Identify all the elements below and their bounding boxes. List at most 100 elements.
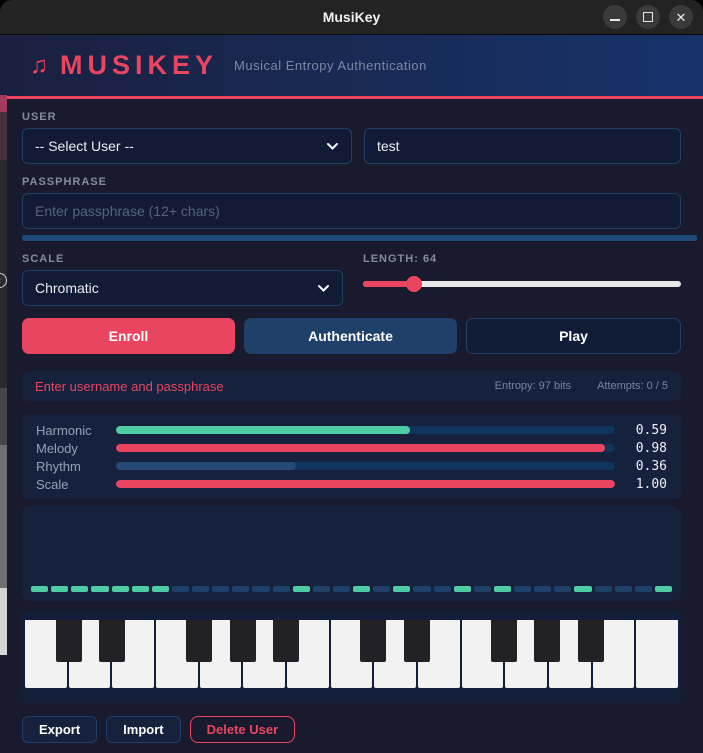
black-key[interactable] bbox=[56, 620, 82, 662]
step-active bbox=[353, 586, 370, 592]
step-active bbox=[393, 586, 410, 592]
step-active bbox=[31, 586, 48, 592]
main-content: USER -- Select User -- PASSPHRASE SCALE … bbox=[0, 111, 703, 743]
step-inactive bbox=[554, 586, 571, 592]
titlebar[interactable]: MusiKey ✕ bbox=[0, 0, 703, 35]
step-active bbox=[494, 586, 511, 592]
authenticate-button[interactable]: Authenticate bbox=[244, 318, 457, 354]
step-inactive bbox=[252, 586, 269, 592]
black-key[interactable] bbox=[186, 620, 212, 662]
chevron-down-icon bbox=[317, 284, 330, 293]
user-select[interactable]: -- Select User -- bbox=[22, 128, 352, 164]
chevron-down-icon bbox=[326, 142, 339, 151]
maximize-button[interactable] bbox=[636, 5, 660, 29]
passphrase-label: PASSPHRASE bbox=[22, 176, 681, 188]
meter-row: Harmonic 0.59 bbox=[36, 421, 667, 439]
step-active bbox=[71, 586, 88, 592]
meter-label: Harmonic bbox=[36, 423, 116, 438]
close-icon: ✕ bbox=[676, 11, 687, 24]
minimize-icon bbox=[610, 19, 620, 21]
meters-panel: Harmonic 0.59Melody0.98Rhythm0.36 Scale 1.0… bbox=[22, 414, 681, 499]
meter-value: 0.59 bbox=[615, 423, 667, 438]
step-inactive bbox=[534, 586, 551, 592]
step-inactive bbox=[333, 586, 350, 592]
slider-thumb[interactable] bbox=[406, 276, 422, 292]
meter-value: 0.98 bbox=[615, 441, 667, 456]
black-key[interactable] bbox=[404, 620, 430, 662]
black-key[interactable] bbox=[578, 620, 604, 662]
meter-fill bbox=[116, 480, 615, 488]
step-inactive bbox=[313, 586, 330, 592]
black-key[interactable] bbox=[99, 620, 125, 662]
meter-row: Melody0.98 bbox=[36, 439, 667, 457]
step-inactive bbox=[373, 586, 390, 592]
close-button[interactable]: ✕ bbox=[669, 5, 693, 29]
minimize-button[interactable] bbox=[603, 5, 627, 29]
footer-buttons-row: Export Import Delete User bbox=[22, 716, 681, 743]
length-slider[interactable] bbox=[363, 270, 681, 306]
sliver-segment bbox=[0, 588, 7, 655]
black-key[interactable] bbox=[491, 620, 517, 662]
user-select-value: -- Select User -- bbox=[35, 138, 134, 154]
scale-column: SCALE Chromatic bbox=[22, 241, 343, 306]
meter-value: 0.36 bbox=[615, 459, 667, 474]
username-input[interactable] bbox=[364, 128, 681, 164]
play-button[interactable]: Play bbox=[466, 318, 681, 354]
sliver-segment bbox=[0, 445, 7, 588]
step-active bbox=[132, 586, 149, 592]
import-button[interactable]: Import bbox=[106, 716, 180, 743]
music-note-icon: ♫ bbox=[30, 52, 48, 80]
step-inactive bbox=[635, 586, 652, 592]
step-active bbox=[574, 586, 591, 592]
status-stats: Entropy: 97 bits Attempts: 0 / 5 bbox=[495, 380, 668, 392]
meter-row: Rhythm0.36 bbox=[36, 457, 667, 475]
step-active bbox=[112, 586, 129, 592]
piano-panel bbox=[22, 611, 681, 703]
meter-label: Scale bbox=[36, 477, 116, 492]
step-active bbox=[152, 586, 169, 592]
step-inactive bbox=[474, 586, 491, 592]
black-key[interactable] bbox=[230, 620, 256, 662]
meter-value: 1.00 bbox=[615, 477, 667, 492]
piano-keyboard bbox=[25, 620, 678, 688]
sliver-segment bbox=[0, 112, 7, 160]
meter-track bbox=[116, 480, 615, 488]
window-title: MusiKey bbox=[323, 9, 381, 25]
step-active bbox=[91, 586, 108, 592]
black-key[interactable] bbox=[534, 620, 560, 662]
step-inactive bbox=[434, 586, 451, 592]
scale-label: SCALE bbox=[22, 253, 343, 265]
delete-user-button[interactable]: Delete User bbox=[190, 716, 296, 743]
entropy-readout: Entropy: 97 bits bbox=[495, 380, 571, 392]
export-button[interactable]: Export bbox=[22, 716, 97, 743]
passphrase-input[interactable] bbox=[22, 193, 681, 229]
status-message: Enter username and passphrase bbox=[35, 379, 224, 394]
length-column: LENGTH: 64 bbox=[355, 241, 681, 306]
step-active bbox=[454, 586, 471, 592]
attempts-readout: Attempts: 0 / 5 bbox=[597, 380, 668, 392]
app-subtitle: Musical Entropy Authentication bbox=[234, 58, 427, 73]
musikey-window: MusiKey ✕ ♫ MUSIKEY Musical Entropy Auth… bbox=[0, 0, 703, 753]
meter-fill bbox=[116, 444, 605, 452]
step-active bbox=[51, 586, 68, 592]
user-label: USER bbox=[22, 111, 681, 123]
white-key[interactable] bbox=[636, 620, 678, 688]
meter-track bbox=[116, 426, 615, 434]
step-active bbox=[655, 586, 672, 592]
length-label: LENGTH: 64 bbox=[363, 253, 681, 265]
step-inactive bbox=[615, 586, 632, 592]
black-key[interactable] bbox=[273, 620, 299, 662]
black-key[interactable] bbox=[360, 620, 386, 662]
scale-select[interactable]: Chromatic bbox=[22, 270, 343, 306]
meter-fill bbox=[116, 462, 296, 470]
step-inactive bbox=[273, 586, 290, 592]
sliver-segment bbox=[0, 95, 7, 112]
meter-row: Scale 1.00 bbox=[36, 475, 667, 493]
enroll-button[interactable]: Enroll bbox=[22, 318, 235, 354]
app-title: MUSIKEY bbox=[60, 50, 218, 81]
scale-select-value: Chromatic bbox=[35, 280, 99, 296]
sequence-visualization bbox=[22, 506, 681, 601]
window-controls: ✕ bbox=[603, 5, 693, 29]
step-inactive bbox=[232, 586, 249, 592]
step-active bbox=[293, 586, 310, 592]
